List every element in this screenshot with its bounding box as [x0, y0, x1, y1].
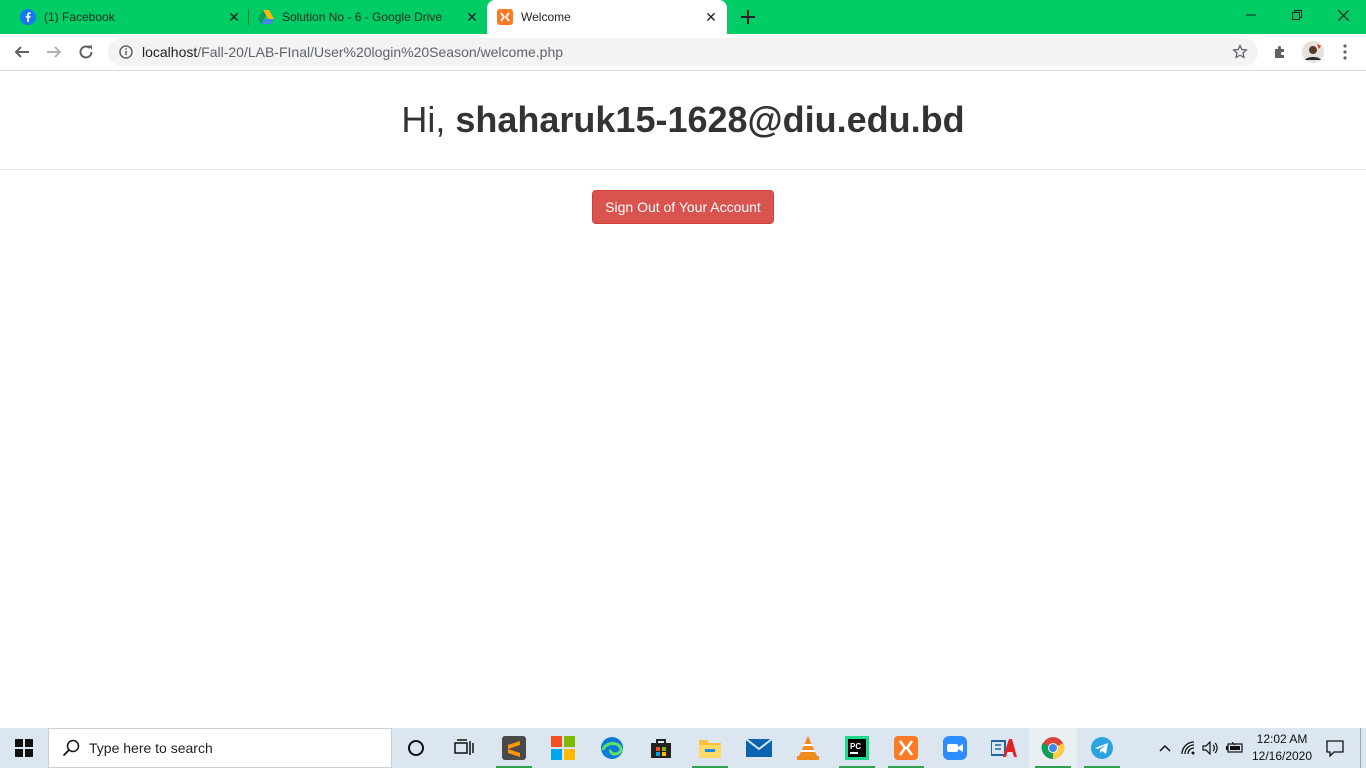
address-url: localhost/Fall-20/LAB-FInal/User%20login… [142, 44, 1228, 60]
greeting-prefix: Hi, [401, 99, 456, 140]
zoom-icon[interactable] [931, 728, 979, 768]
store-tiles-icon[interactable] [539, 728, 587, 768]
username: shaharuk15-1628@diu.edu.bd [455, 99, 965, 140]
google-drive-icon [258, 9, 274, 25]
clock-date: 12/16/2020 [1251, 749, 1313, 763]
page-header: Hi, shaharuk15-1628@diu.edu.bd [0, 71, 1366, 170]
bookmark-star-icon[interactable] [1228, 40, 1252, 64]
taskbar-search-input[interactable]: Type here to search [48, 728, 392, 768]
telegram-icon[interactable] [1078, 728, 1126, 768]
page-title: Hi, shaharuk15-1628@diu.edu.bd [401, 99, 964, 141]
tab-title: Solution No - 6 - Google Drive [282, 10, 443, 24]
edge-icon[interactable] [588, 728, 636, 768]
xampp-icon [497, 9, 513, 25]
task-view-icon[interactable] [440, 728, 488, 768]
back-icon[interactable] [8, 38, 36, 66]
battery-icon[interactable] [1224, 728, 1246, 768]
tab-close-icon[interactable]: ✕ [703, 9, 719, 25]
editor-icon[interactable] [980, 728, 1028, 768]
show-desktop-button[interactable] [1360, 728, 1366, 768]
mail-icon[interactable] [735, 728, 783, 768]
reload-icon[interactable] [72, 38, 100, 66]
extensions-icon[interactable] [1266, 38, 1294, 66]
address-host: localhost [142, 44, 198, 60]
file-explorer-icon[interactable] [686, 728, 734, 768]
minimize-icon[interactable] [1228, 0, 1274, 30]
taskbar: Type here to search PC 12:02 AM 12/16/20… [0, 728, 1366, 768]
cortana-icon[interactable] [392, 728, 440, 768]
tab-strip: (1) Facebook ✕ Solution No - 6 - Google … [0, 0, 1366, 34]
address-path: /Fall-20/LAB-FInal/User%20login%20Season… [197, 44, 564, 60]
search-icon [61, 738, 81, 758]
menu-kebab-icon[interactable] [1331, 38, 1359, 66]
search-placeholder: Type here to search [89, 740, 213, 756]
browser-toolbar: localhost/Fall-20/LAB-FInal/User%20login… [0, 34, 1366, 71]
volume-icon[interactable] [1200, 728, 1222, 768]
info-icon[interactable] [118, 44, 134, 60]
facebook-icon [20, 9, 36, 25]
pycharm-icon[interactable]: PC [833, 728, 881, 768]
restore-icon[interactable] [1274, 0, 1320, 30]
tab-title: (1) Facebook [44, 10, 115, 24]
signout-button[interactable]: Sign Out of Your Account [592, 190, 774, 224]
xampp-icon[interactable] [882, 728, 930, 768]
chrome-icon[interactable] [1029, 728, 1077, 768]
notification-center-icon[interactable] [1318, 728, 1352, 768]
tab-close-icon[interactable]: ✕ [226, 9, 242, 25]
windows-start-icon[interactable] [0, 728, 48, 768]
address-bar[interactable]: localhost/Fall-20/LAB-FInal/User%20login… [108, 38, 1258, 66]
forward-icon[interactable] [40, 38, 68, 66]
wifi-icon[interactable] [1178, 728, 1200, 768]
profile-avatar[interactable] [1299, 38, 1327, 66]
vlc-icon[interactable] [784, 728, 832, 768]
close-window-icon[interactable] [1320, 0, 1366, 30]
tab-title: Welcome [521, 10, 571, 24]
tab-separator [248, 9, 249, 25]
tab-close-icon[interactable]: ✕ [464, 9, 480, 25]
taskbar-clock[interactable]: 12:02 AM 12/16/2020 [1246, 728, 1318, 768]
microsoft-store-icon[interactable] [637, 728, 685, 768]
clock-time: 12:02 AM [1256, 732, 1308, 746]
tab-welcome[interactable]: Welcome ✕ [487, 0, 727, 34]
tab-google-drive[interactable]: Solution No - 6 - Google Drive ✕ [250, 0, 486, 34]
svg-text:PC: PC [850, 742, 861, 751]
new-tab-icon[interactable] [736, 5, 760, 29]
sublime-text-icon[interactable] [490, 728, 538, 768]
tab-facebook[interactable]: (1) Facebook ✕ [12, 0, 248, 34]
show-hidden-icons-chevron-icon[interactable] [1154, 728, 1176, 768]
